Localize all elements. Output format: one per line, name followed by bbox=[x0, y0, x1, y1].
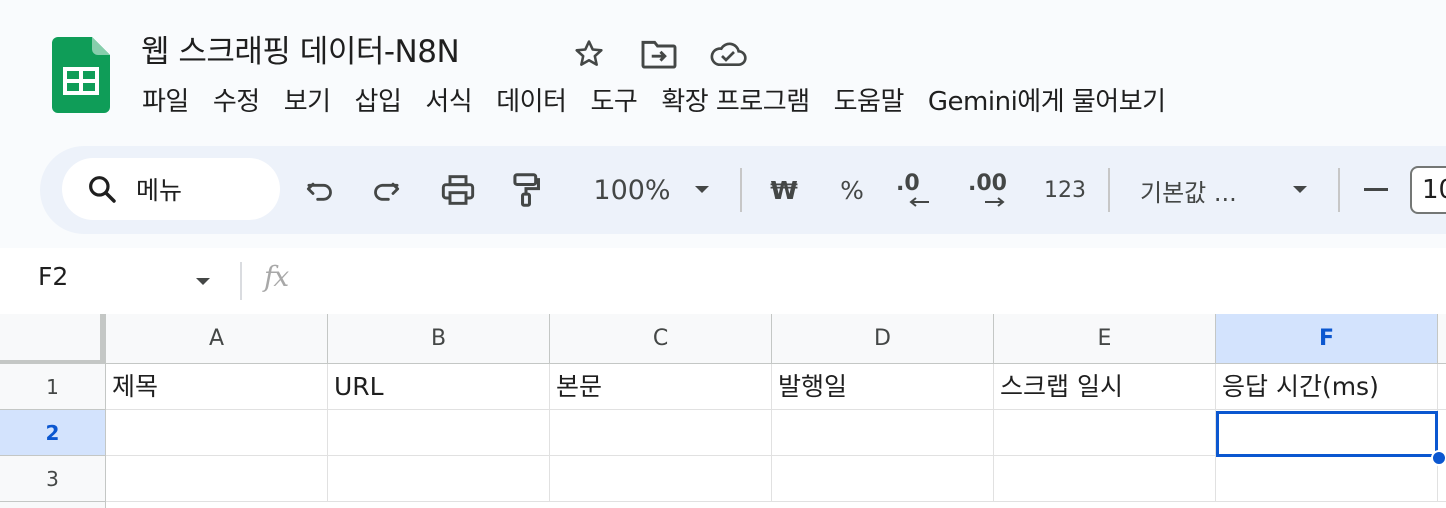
column-header-a[interactable]: A bbox=[106, 314, 328, 364]
toolbar-divider bbox=[740, 168, 742, 212]
cell-d3[interactable] bbox=[772, 456, 994, 502]
cell-e2[interactable] bbox=[994, 410, 1216, 456]
cell-b1[interactable]: URL bbox=[328, 364, 550, 410]
redo-icon[interactable] bbox=[366, 168, 406, 212]
print-icon[interactable] bbox=[436, 168, 480, 212]
font-size-input[interactable]: 10 bbox=[1410, 166, 1446, 214]
column-header-f[interactable]: F bbox=[1216, 314, 1438, 364]
formula-bar: F2 fx bbox=[0, 248, 1446, 314]
currency-format-button[interactable]: ₩ bbox=[764, 168, 804, 212]
menu-file[interactable]: 파일 bbox=[130, 82, 201, 122]
decrease-decimal-button[interactable]: .0 bbox=[896, 168, 948, 212]
percent-symbol: % bbox=[840, 175, 864, 205]
menu-tools[interactable]: 도구 bbox=[578, 82, 649, 122]
name-box-dropdown-icon[interactable] bbox=[194, 272, 212, 291]
cell-d1[interactable]: 발행일 bbox=[772, 364, 994, 410]
document-title[interactable]: 웹 스크래핑 데이터-N8N bbox=[141, 30, 460, 74]
column-header-g[interactable] bbox=[1438, 314, 1446, 364]
undo-icon[interactable] bbox=[300, 168, 340, 212]
number-format-label: 123 bbox=[1044, 177, 1086, 203]
cell-a3[interactable] bbox=[106, 456, 328, 502]
search-icon bbox=[89, 176, 116, 203]
menu-extensions[interactable]: 확장 프로그램 bbox=[649, 82, 821, 122]
menu-edit[interactable]: 수정 bbox=[201, 82, 272, 122]
decrease-decimal-label: .0 bbox=[896, 171, 920, 196]
cell-g1[interactable] bbox=[1438, 364, 1446, 410]
zoom-dropdown-icon[interactable] bbox=[688, 168, 716, 212]
decrease-font-size-button[interactable] bbox=[1358, 168, 1394, 212]
menu-ask-gemini[interactable]: Gemini에게 물어보기 bbox=[916, 82, 1178, 122]
menu-format[interactable]: 서식 bbox=[413, 82, 484, 122]
name-box[interactable]: F2 bbox=[38, 262, 68, 291]
column-header-c[interactable]: C bbox=[550, 314, 772, 364]
cell-b2[interactable] bbox=[328, 410, 550, 456]
column-header-b[interactable]: B bbox=[328, 314, 550, 364]
zoom-select[interactable]: 100% bbox=[582, 168, 682, 212]
arrow-left-icon bbox=[909, 197, 929, 207]
row-header-4[interactable] bbox=[0, 502, 106, 508]
minus-icon bbox=[1364, 188, 1388, 191]
search-label: 메뉴 bbox=[136, 176, 183, 205]
increase-decimal-label: .00 bbox=[968, 171, 1007, 196]
fx-icon: fx bbox=[264, 260, 289, 293]
cell-c3[interactable] bbox=[550, 456, 772, 502]
cell-b3[interactable] bbox=[328, 456, 550, 502]
menu-bar: 파일 수정 보기 삽입 서식 데이터 도구 확장 프로그램 도움말 Gemini… bbox=[130, 80, 1178, 124]
formula-bar-divider bbox=[240, 262, 242, 300]
cell-e1[interactable]: 스크랩 일시 bbox=[994, 364, 1216, 410]
arrow-right-icon bbox=[985, 197, 1005, 207]
fill-handle[interactable] bbox=[1431, 450, 1446, 466]
google-sheets-logo-icon[interactable] bbox=[52, 37, 110, 113]
font-dropdown-icon[interactable] bbox=[1286, 168, 1314, 212]
paint-format-icon[interactable] bbox=[506, 168, 546, 212]
cell-c2[interactable] bbox=[550, 410, 772, 456]
select-all-corner[interactable] bbox=[0, 314, 106, 364]
menu-help[interactable]: 도움말 bbox=[822, 82, 916, 122]
column-header-d[interactable]: D bbox=[772, 314, 994, 364]
number-format-button[interactable]: 123 bbox=[1040, 168, 1090, 212]
row-header-3[interactable]: 3 bbox=[0, 456, 106, 502]
currency-symbol: ₩ bbox=[770, 175, 798, 205]
menu-insert[interactable]: 삽입 bbox=[343, 82, 414, 122]
toolbar: 메뉴 100% ₩ % .0 .00 123 기본값 ... 1 bbox=[40, 146, 1446, 234]
menu-search-box[interactable]: 메뉴 bbox=[62, 158, 280, 220]
cell-f3[interactable] bbox=[1216, 456, 1438, 502]
font-family-value: 기본값 ... bbox=[1140, 178, 1237, 207]
star-icon[interactable] bbox=[569, 36, 609, 72]
zoom-value: 100% bbox=[593, 174, 671, 206]
cell-c1[interactable]: 본문 bbox=[550, 364, 772, 410]
cell-d2[interactable] bbox=[772, 410, 994, 456]
menu-data[interactable]: 데이터 bbox=[484, 82, 578, 122]
percent-format-button[interactable]: % bbox=[832, 168, 872, 212]
row-header-1[interactable]: 1 bbox=[0, 364, 106, 410]
column-header-e[interactable]: E bbox=[994, 314, 1216, 364]
row-header-2[interactable]: 2 bbox=[0, 410, 106, 456]
cell-a1[interactable]: 제목 bbox=[106, 364, 328, 410]
cell-e3[interactable] bbox=[994, 456, 1216, 502]
active-cell-outline bbox=[1216, 411, 1438, 457]
move-to-folder-icon[interactable] bbox=[639, 36, 679, 72]
cloud-saved-icon[interactable] bbox=[708, 36, 748, 72]
toolbar-divider bbox=[1338, 168, 1340, 212]
increase-decimal-button[interactable]: .00 bbox=[968, 168, 1020, 212]
menu-view[interactable]: 보기 bbox=[272, 82, 343, 122]
cell-f1[interactable]: 응답 시간(ms) bbox=[1216, 364, 1438, 410]
toolbar-divider bbox=[1108, 168, 1110, 212]
cell-a2[interactable] bbox=[106, 410, 328, 456]
title-bar: 웹 스크래핑 데이터-N8N 파일 수정 보기 삽입 서식 데이터 도구 확장 … bbox=[0, 0, 1446, 140]
sheet-grid: A B C D E F 1 2 3 제목 URL 본문 발행일 스크랩 일시 응… bbox=[0, 314, 1446, 508]
